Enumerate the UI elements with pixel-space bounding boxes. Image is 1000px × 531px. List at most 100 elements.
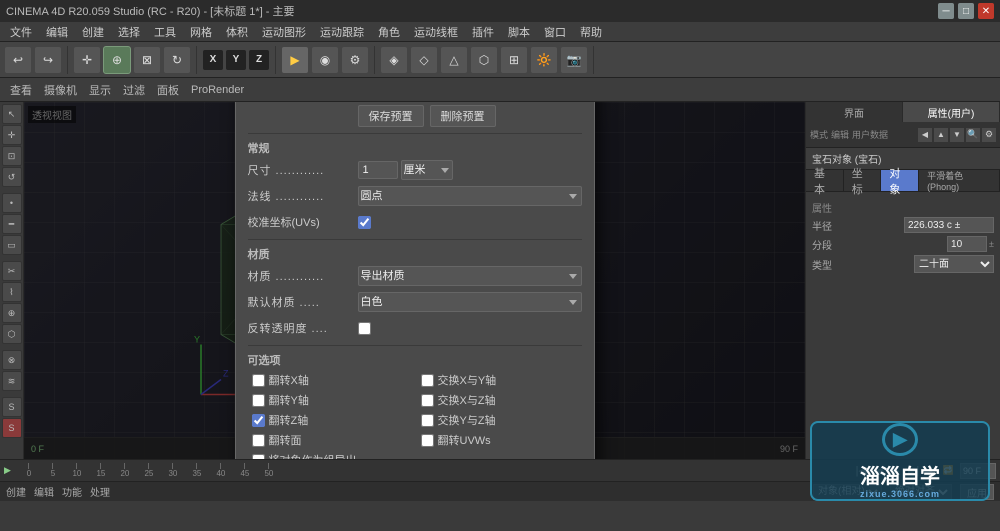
export-group-checkbox[interactable] — [252, 454, 265, 460]
bb-create[interactable]: 创建 — [6, 484, 26, 499]
menu-item-6[interactable]: 体积 — [220, 23, 254, 41]
swap-xy-checkbox[interactable] — [421, 374, 434, 387]
vp-menu-display[interactable]: 显示 — [85, 82, 115, 98]
tool-obj2[interactable]: ◇ — [410, 46, 438, 74]
lp-s2[interactable]: S — [2, 418, 22, 438]
bb-function[interactable]: 功能 — [62, 484, 82, 499]
menu-item-7[interactable]: 运动图形 — [256, 23, 312, 41]
tl-next[interactable]: ▶| — [905, 464, 922, 477]
flip-x-checkbox[interactable] — [252, 374, 265, 387]
rp-icon-arrow-down[interactable]: ▼ — [950, 128, 964, 142]
lp-rotate[interactable]: ↺ — [2, 167, 22, 187]
menu-item-3[interactable]: 选择 — [112, 23, 146, 41]
delete-preset-button[interactable]: 删除预置 — [430, 105, 496, 127]
lp-magnet[interactable]: ⊗ — [2, 350, 22, 370]
menu-item-0[interactable]: 文件 — [4, 23, 38, 41]
vp-menu-camera[interactable]: 摄像机 — [40, 82, 81, 98]
menu-item-12[interactable]: 脚本 — [502, 23, 536, 41]
tl-back[interactable]: ◀ — [872, 464, 886, 477]
obj-tab-object[interactable]: 对象 — [881, 170, 919, 191]
tool-y-constraint[interactable]: Y — [225, 49, 247, 71]
bb-align-select[interactable]: 绝对对齐 — [890, 484, 952, 500]
tl-loop-btn[interactable]: 🔁 — [943, 465, 954, 476]
vp-menu-view[interactable]: 查看 — [6, 82, 36, 98]
flip-z-checkbox[interactable] — [252, 414, 265, 427]
rp-icon-settings[interactable]: ⚙ — [982, 128, 996, 142]
lp-knife[interactable]: ✂ — [2, 261, 22, 281]
rp-tab-attributes[interactable]: 属性(用户) — [903, 102, 1000, 122]
menu-item-5[interactable]: 网格 — [184, 23, 218, 41]
menu-item-13[interactable]: 窗口 — [538, 23, 572, 41]
tool-x-constraint[interactable]: X — [202, 49, 224, 71]
swap-yz-checkbox[interactable] — [421, 414, 434, 427]
viewport[interactable]: 透视视图 — [24, 102, 805, 459]
tool-move[interactable]: ⊕ — [103, 46, 131, 74]
rp-icon-arrow-up[interactable]: ▲ — [934, 128, 948, 142]
reflectance-checkbox[interactable] — [358, 322, 371, 335]
tl-record-btn[interactable]: ⏺ — [928, 465, 933, 476]
tool-scale[interactable]: ⊠ — [133, 46, 161, 74]
rp-icon-search[interactable]: 🔍 — [966, 128, 980, 142]
swap-xz-checkbox[interactable] — [421, 394, 434, 407]
tl-prev[interactable]: |◀ — [853, 464, 870, 477]
vp-menu-prorender[interactable]: ProRender — [187, 84, 248, 96]
menu-item-14[interactable]: 帮助 — [574, 23, 608, 41]
maximize-button[interactable]: □ — [958, 3, 974, 19]
menu-item-4[interactable]: 工具 — [148, 23, 182, 41]
obj-tab-basic[interactable]: 基本 — [806, 170, 844, 191]
menu-item-10[interactable]: 运动线框 — [408, 23, 464, 41]
lp-s1[interactable]: S — [2, 397, 22, 417]
rp-tab-interface[interactable]: 界面 — [806, 102, 903, 122]
bb-process[interactable]: 处理 — [90, 484, 110, 499]
minimize-button[interactable]: ─ — [938, 3, 954, 19]
normals-select[interactable]: 圆点 无 — [358, 186, 582, 206]
flip-uvw-checkbox[interactable] — [421, 434, 434, 447]
close-button[interactable]: ✕ — [978, 3, 994, 19]
tl-play[interactable]: ▶ — [888, 464, 902, 477]
uv-checkbox[interactable] — [358, 216, 371, 229]
menu-item-1[interactable]: 编辑 — [40, 23, 74, 41]
menu-item-9[interactable]: 角色 — [372, 23, 406, 41]
lp-bevel[interactable]: ⬡ — [2, 324, 22, 344]
tl-end-frame-input[interactable] — [960, 463, 996, 479]
lp-scale[interactable]: ⊡ — [2, 146, 22, 166]
lp-poly[interactable]: ▭ — [2, 235, 22, 255]
tool-obj1[interactable]: ◈ — [380, 46, 408, 74]
lp-extrude[interactable]: ⊕ — [2, 303, 22, 323]
size-unit-select[interactable]: 厘米 毫米 米 — [401, 160, 453, 180]
vp-menu-panel[interactable]: 面板 — [153, 82, 183, 98]
tool-undo[interactable]: ↩ — [4, 46, 32, 74]
tool-obj4[interactable]: ⬡ — [470, 46, 498, 74]
bb-apply-button[interactable]: 应用 — [960, 484, 994, 500]
bb-edit[interactable]: 编辑 — [34, 484, 54, 499]
menu-item-2[interactable]: 创建 — [76, 23, 110, 41]
tool-obj6[interactable]: 🔆 — [530, 46, 558, 74]
type-select[interactable]: 二十面 — [914, 255, 994, 273]
tool-render[interactable]: ▶ — [281, 46, 309, 74]
menu-item-11[interactable]: 插件 — [466, 23, 500, 41]
tool-select[interactable]: ✛ — [73, 46, 101, 74]
tool-redo[interactable]: ↪ — [34, 46, 62, 74]
segments-input[interactable] — [947, 236, 987, 252]
tool-cam[interactable]: 📷 — [560, 46, 588, 74]
bb-object-mode-select[interactable]: 对象(相对) — [813, 484, 882, 500]
radius-input[interactable] — [904, 217, 994, 233]
material-select[interactable]: 导出材质 无 — [358, 266, 582, 286]
obj-tab-coord[interactable]: 坐标 — [844, 170, 882, 191]
tool-render-settings[interactable]: ⚙ — [341, 46, 369, 74]
tool-obj3[interactable]: △ — [440, 46, 468, 74]
flip-face-checkbox[interactable] — [252, 434, 265, 447]
tool-rotate[interactable]: ↻ — [163, 46, 191, 74]
menu-item-8[interactable]: 运动跟踪 — [314, 23, 370, 41]
lp-move[interactable]: ✛ — [2, 125, 22, 145]
rp-icon-arrow-left[interactable]: ◀ — [918, 128, 932, 142]
lp-point[interactable]: • — [2, 193, 22, 213]
default-mat-select[interactable]: 白色 灰色 — [358, 292, 582, 312]
save-preset-button[interactable]: 保存预置 — [358, 105, 424, 127]
lp-edge[interactable]: ━ — [2, 214, 22, 234]
vp-menu-filter[interactable]: 过滤 — [119, 82, 149, 98]
lp-smooth[interactable]: ≋ — [2, 371, 22, 391]
tool-obj5[interactable]: ⊞ — [500, 46, 528, 74]
size-input[interactable] — [358, 161, 398, 179]
obj-tab-phong[interactable]: 平滑着色(Phong) — [919, 170, 1000, 191]
